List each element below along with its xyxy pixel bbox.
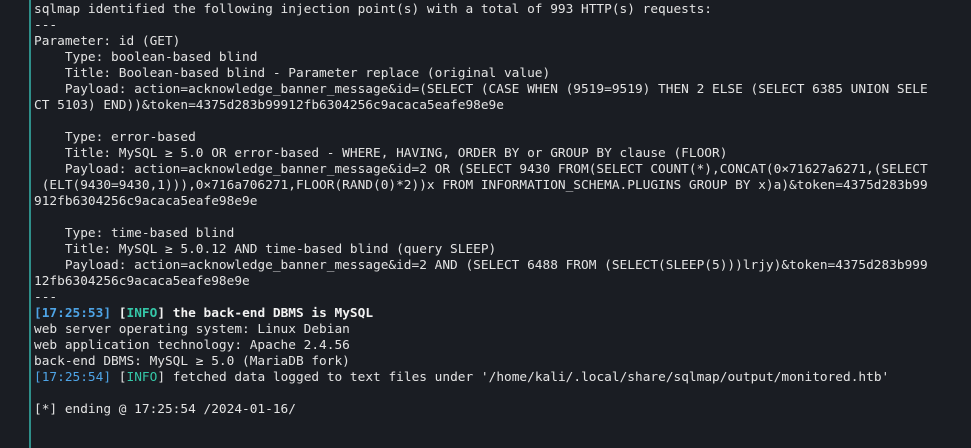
- log-line-output-path: [17:25:54] [INFO] fetched data logged to…: [34, 370, 889, 386]
- log-timestamp: [17:25:53]: [34, 306, 112, 321]
- tech-line: web application technology: Apache 2.4.5…: [34, 338, 350, 353]
- injection-type: Type: error-based: [34, 130, 196, 145]
- injection-payload: Payload: action=acknowledge_banner_messa…: [34, 162, 928, 177]
- injection-payload: Payload: action=acknowledge_banner_messa…: [34, 82, 928, 97]
- injection-type: Type: boolean-based blind: [34, 50, 258, 65]
- log-timestamp: [17:25:54]: [34, 370, 112, 385]
- injection-payload-continued: (ELT(9430=9430,1))),0×716a706271,FLOOR(R…: [34, 178, 928, 193]
- dbms-line: back-end DBMS: MySQL ≥ 5.0 (MariaDB fork…: [34, 354, 350, 369]
- injection-payload-continued: 12fb6304256c9acaca5eafe98e9e: [34, 274, 250, 289]
- separator-line: ---: [34, 18, 58, 33]
- log-message: fetched data logged to text files under …: [165, 370, 890, 385]
- os-line: web server operating system: Linux Debia…: [34, 322, 350, 337]
- prompt-accent-bar: [29, 0, 31, 448]
- injection-title: Title: MySQL ≥ 5.0 OR error-based - WHER…: [34, 146, 728, 161]
- ending-line: [*] ending @ 17:25:54 /2024-01-16/: [34, 402, 296, 417]
- injection-payload-continued: CT 5103) END))&token=4375d283b99912fb630…: [34, 98, 504, 113]
- log-bracket-close: ]: [157, 306, 166, 321]
- injection-title: Title: Boolean-based blind - Parameter r…: [34, 66, 551, 81]
- info-tag: INFO: [126, 306, 158, 321]
- terminal-window[interactable]: sqlmap identified the following injectio…: [0, 0, 971, 448]
- log-line-dbms-detected: [17:25:53] [INFO] the back-end DBMS is M…: [34, 306, 373, 322]
- injection-type: Type: time-based blind: [34, 226, 235, 241]
- injection-payload: Payload: action=acknowledge_banner_messa…: [34, 258, 928, 273]
- injection-title: Title: MySQL ≥ 5.0.12 AND time-based bli…: [34, 242, 497, 257]
- injection-payload-continued: 912fb6304256c9acaca5eafe98e9e: [34, 194, 258, 209]
- info-tag: INFO: [126, 370, 158, 385]
- log-message: the back-end DBMS is MySQL: [165, 306, 374, 321]
- parameter-line: Parameter: id (GET): [34, 34, 181, 49]
- separator-line: ---: [34, 290, 58, 305]
- log-bracket-close: ]: [157, 370, 166, 385]
- header-line: sqlmap identified the following injectio…: [34, 2, 712, 17]
